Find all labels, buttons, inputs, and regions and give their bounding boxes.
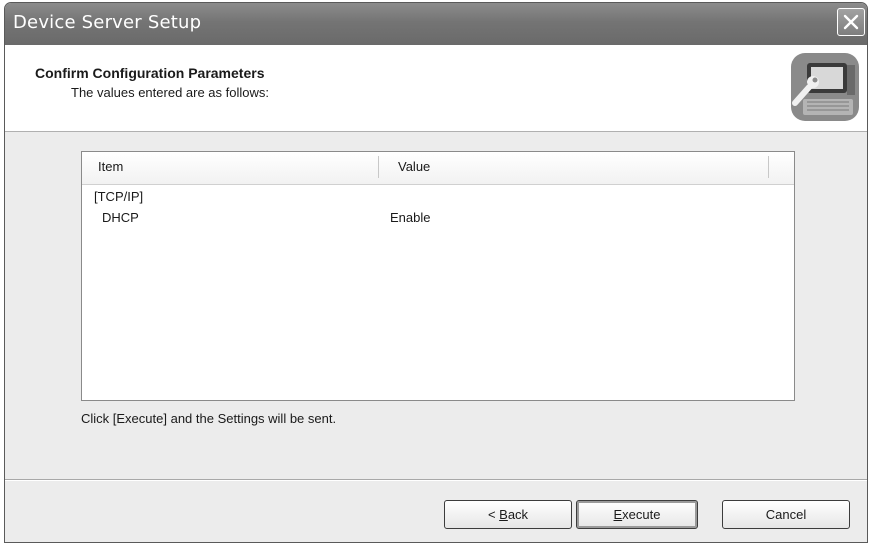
- wizard-header: Confirm Configuration Parameters The val…: [5, 45, 867, 132]
- header-title: Confirm Configuration Parameters: [35, 65, 265, 81]
- back-button[interactable]: < Back: [444, 500, 572, 529]
- cancel-button[interactable]: Cancel: [722, 500, 850, 529]
- title-bar[interactable]: Device Server Setup: [5, 3, 867, 45]
- column-separator[interactable]: [378, 156, 379, 178]
- column-separator[interactable]: [768, 156, 769, 178]
- list-header: Item Value: [82, 152, 794, 185]
- row-item: [TCP/IP]: [94, 189, 144, 204]
- computer-wrench-icon: [791, 53, 859, 121]
- back-mnemonic: B: [499, 506, 508, 522]
- list-row[interactable]: [TCP/IP]: [82, 187, 794, 207]
- parameters-list[interactable]: Item Value [TCP/IP] DHCP Enable: [81, 151, 795, 401]
- window-title: Device Server Setup: [13, 12, 202, 33]
- close-button[interactable]: [837, 8, 865, 36]
- close-icon: [843, 14, 859, 30]
- back-label-rest: ack: [507, 506, 529, 522]
- header-subtitle: The values entered are as follows:: [71, 85, 269, 100]
- row-value: Enable: [390, 210, 431, 225]
- execute-label-rest: xecute: [622, 506, 661, 522]
- row-item: DHCP: [102, 210, 139, 225]
- execute-mnemonic: E: [613, 506, 623, 522]
- footer-divider: [5, 479, 867, 481]
- list-row[interactable]: DHCP Enable: [82, 208, 794, 228]
- back-label-prefix: <: [487, 506, 500, 522]
- column-value[interactable]: Value: [398, 159, 430, 174]
- instruction-text: Click [Execute] and the Settings will be…: [81, 411, 337, 426]
- execute-button[interactable]: Execute: [576, 500, 698, 529]
- setup-dialog: Device Server Setup Confirm Configuratio…: [4, 2, 868, 543]
- column-item[interactable]: Item: [98, 159, 123, 174]
